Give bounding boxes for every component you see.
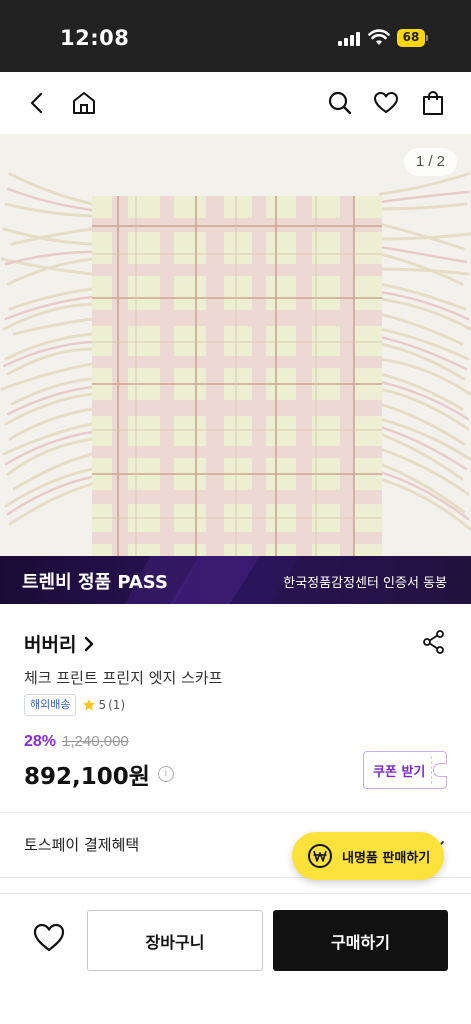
bottom-action-bar: 장바구니 구매하기 xyxy=(0,893,471,1024)
brand-name: 버버리 xyxy=(24,634,77,656)
scarf-image xyxy=(0,134,471,556)
status-bar: 12:08 68 xyxy=(0,0,471,72)
rating[interactable]: 5 (1) xyxy=(82,698,125,712)
price-row: 892,100원 i xyxy=(24,757,174,791)
discount-rate: 28% xyxy=(24,733,57,750)
home-button[interactable] xyxy=(69,88,99,118)
buy-now-button[interactable]: 구매하기 xyxy=(273,910,448,971)
add-to-cart-button[interactable]: 장바구니 xyxy=(87,910,263,971)
wishlist-nav-button[interactable] xyxy=(371,88,401,118)
authenticity-pass-banner[interactable]: 트렌비 정품 PASS 한국정품감정센터 인증서 동봉 xyxy=(0,556,471,604)
sale-price: 892,100원 xyxy=(24,764,150,790)
shopping-bag-icon xyxy=(423,91,443,115)
coupon-button[interactable]: 쿠폰 받기 xyxy=(363,751,447,789)
coupon-label: 쿠폰 받기 xyxy=(373,764,426,780)
share-button[interactable] xyxy=(421,629,447,655)
battery-level: 68 xyxy=(402,30,420,44)
home-icon xyxy=(73,92,95,114)
shipping-tag: 해외배송 xyxy=(24,694,77,716)
divider xyxy=(0,812,471,813)
sell-label: 내명품 판매하기 xyxy=(342,850,431,866)
pass-title: 트렌비 정품 PASS xyxy=(22,572,168,593)
brand-link[interactable]: 버버리 xyxy=(24,630,98,657)
status-time: 12:08 xyxy=(60,26,130,50)
star-icon xyxy=(83,699,96,711)
discount-row: 28% 1,240,000 xyxy=(24,733,129,751)
product-name: 체크 프린트 프린지 엣지 스카프 xyxy=(24,669,223,687)
original-price: 1,240,000 xyxy=(62,733,129,750)
sell-my-luxury-button[interactable]: 내명품 판매하기 xyxy=(292,832,444,880)
tosspay-benefit-link[interactable]: 토스페이 결제혜택 xyxy=(24,834,139,855)
heart-icon xyxy=(374,92,398,113)
chevron-left-icon xyxy=(30,92,43,114)
cart-nav-button[interactable] xyxy=(418,88,448,118)
won-coin-icon xyxy=(308,844,332,868)
pass-subtitle: 한국정품감정센터 인증서 동봉 xyxy=(283,576,447,591)
search-icon xyxy=(328,91,352,115)
review-count: (1) xyxy=(108,698,126,712)
top-nav xyxy=(0,72,471,134)
rating-value: 5 xyxy=(98,698,107,712)
search-button[interactable] xyxy=(325,88,355,118)
product-image-carousel[interactable]: 1 / 2 xyxy=(0,134,471,556)
battery-icon: 68 xyxy=(397,29,429,47)
heart-icon xyxy=(33,923,65,952)
back-button[interactable] xyxy=(22,88,52,118)
info-icon[interactable]: i xyxy=(157,766,174,782)
share-icon xyxy=(423,630,444,654)
wifi-icon xyxy=(368,29,390,45)
product-tags: 해외배송 5 (1) xyxy=(24,694,125,716)
signal-icon xyxy=(338,31,362,46)
image-counter: 1 / 2 xyxy=(403,148,457,176)
wishlist-button[interactable] xyxy=(32,922,66,956)
chevron-right-icon xyxy=(85,636,94,651)
